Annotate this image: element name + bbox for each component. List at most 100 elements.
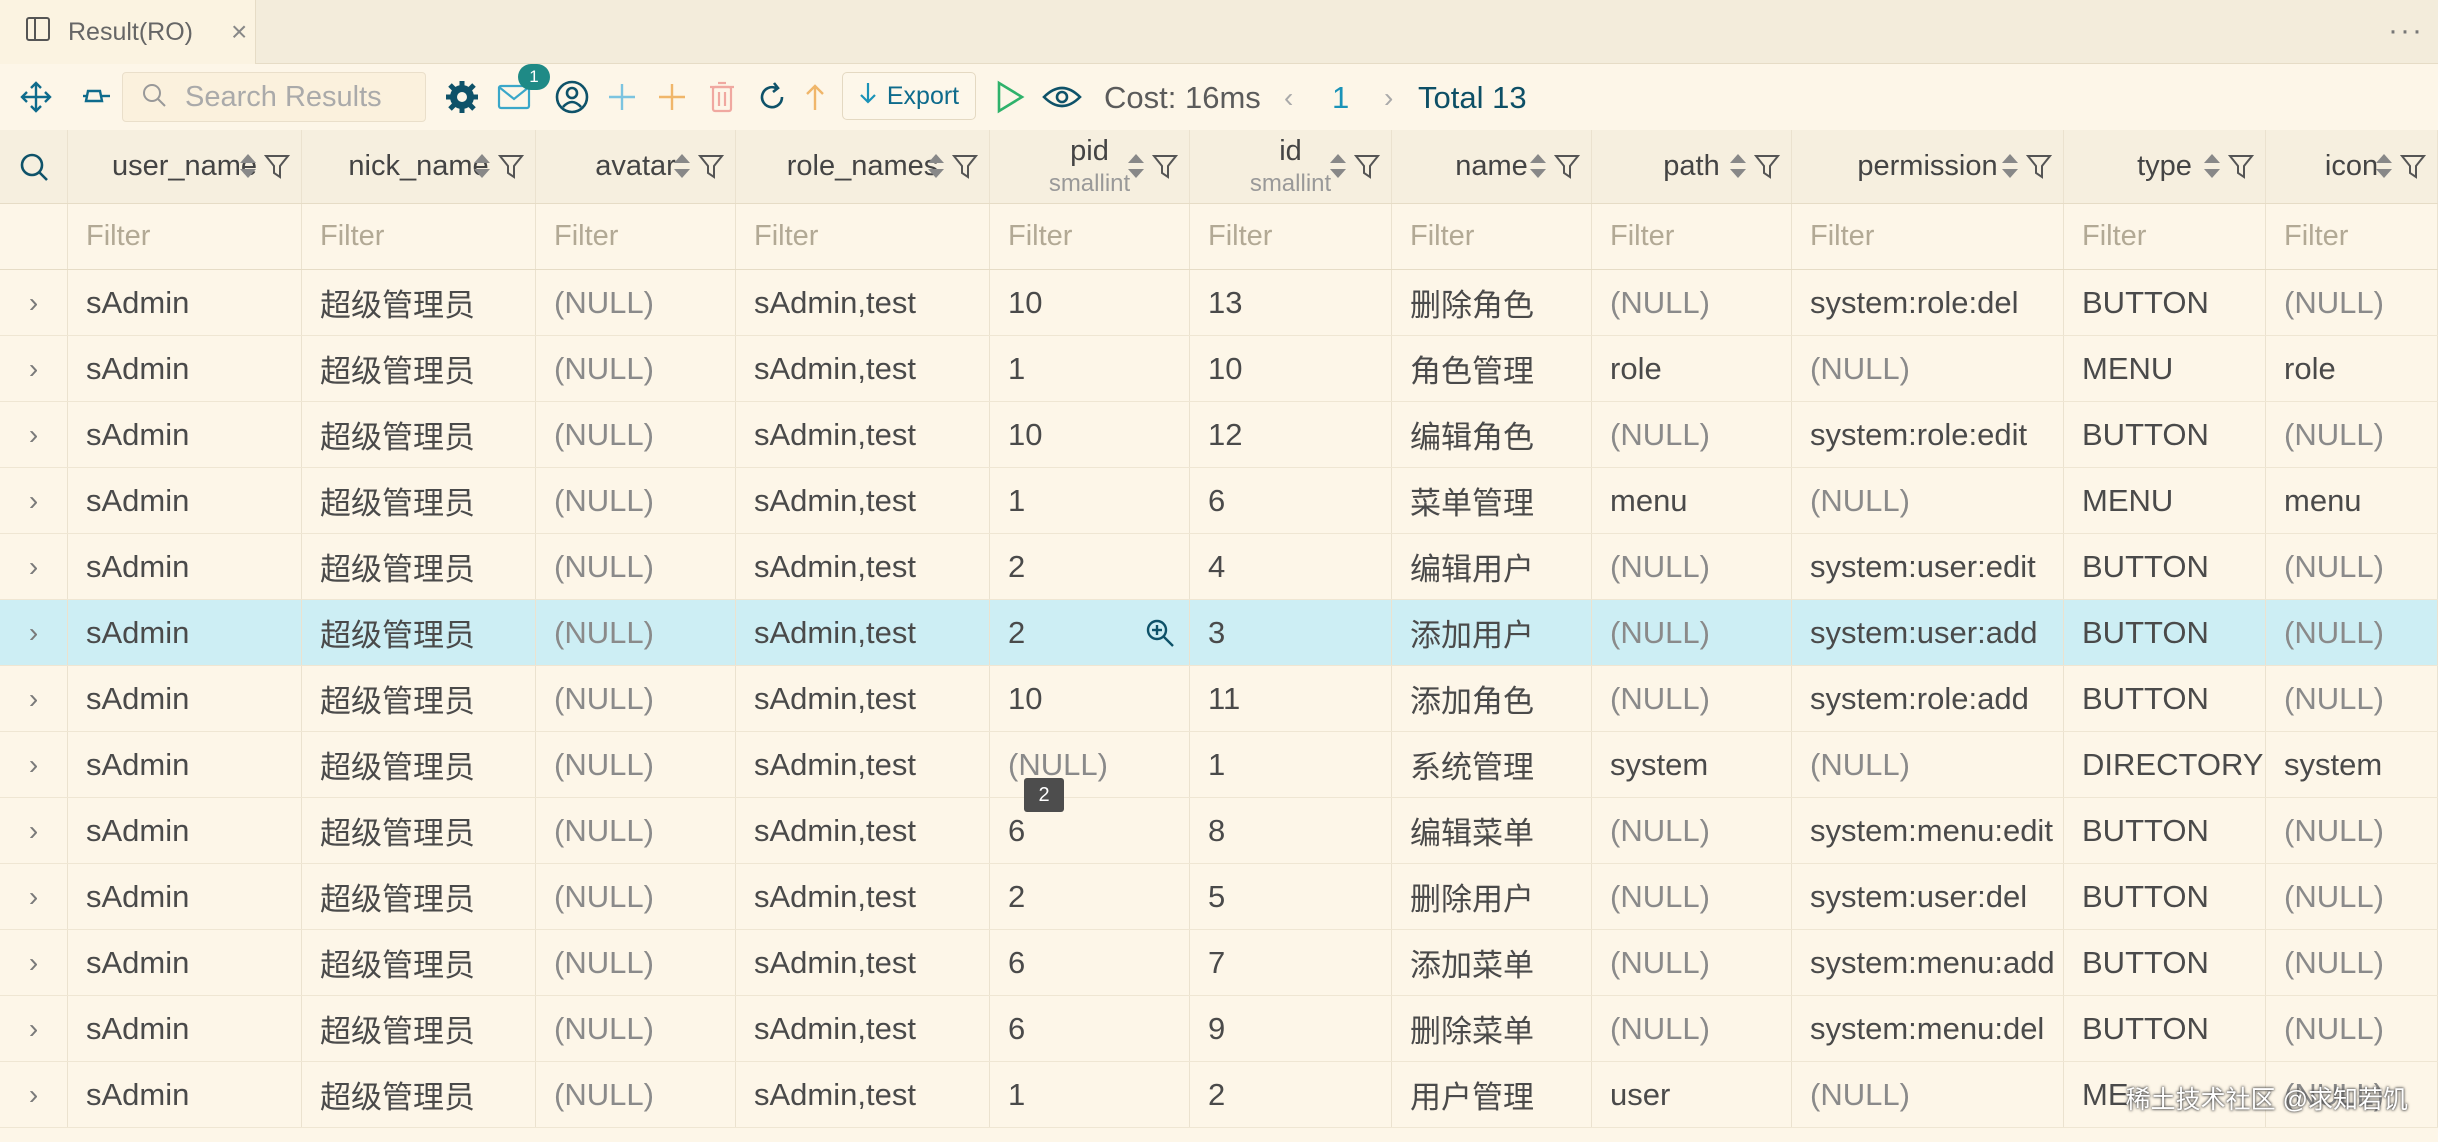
table-cell-path[interactable]: (NULL) <box>1592 996 1792 1061</box>
table-cell-icon[interactable]: (NULL) <box>2266 270 2438 335</box>
table-cell-name[interactable]: 删除角色 <box>1392 270 1592 335</box>
filter-input-name[interactable]: Filter <box>1392 204 1592 269</box>
table-cell-name[interactable]: 添加用户 <box>1392 600 1592 665</box>
table-cell-pid[interactable]: 1 <box>990 1062 1190 1127</box>
table-cell-pid[interactable]: 2 <box>990 534 1190 599</box>
table-cell-type[interactable]: BUTTON <box>2064 270 2266 335</box>
move-icon[interactable] <box>14 64 58 130</box>
table-cell-path[interactable]: (NULL) <box>1592 666 1792 731</box>
table-cell-id[interactable]: 2 <box>1190 1062 1392 1127</box>
table-cell-id[interactable]: 3 <box>1190 600 1392 665</box>
search-column-icon[interactable] <box>0 130 68 203</box>
filter-input-avatar[interactable]: Filter <box>536 204 736 269</box>
sort-icon[interactable] <box>237 152 259 188</box>
table-cell-name[interactable]: 编辑菜单 <box>1392 798 1592 863</box>
table-cell-path[interactable]: system <box>1592 732 1792 797</box>
sort-icon[interactable] <box>471 152 493 188</box>
table-cell-id[interactable]: 10 <box>1190 336 1392 401</box>
close-icon[interactable]: × <box>231 16 247 48</box>
table-cell-pid[interactable]: 10 <box>990 666 1190 731</box>
table-cell-pid[interactable]: 10 <box>990 270 1190 335</box>
filter-input-id[interactable]: Filter <box>1190 204 1392 269</box>
search-results-input-wrapper[interactable] <box>122 72 426 122</box>
table-cell-role-names[interactable]: sAdmin,test <box>736 732 990 797</box>
table-cell-name[interactable]: 删除用户 <box>1392 864 1592 929</box>
column-header-avatar[interactable]: avatar <box>536 130 736 203</box>
column-header-path[interactable]: path <box>1592 130 1792 203</box>
table-cell-path[interactable]: role <box>1592 336 1792 401</box>
column-header-type[interactable]: type <box>2064 130 2266 203</box>
filter-input-path[interactable]: Filter <box>1592 204 1792 269</box>
table-cell-type[interactable]: BUTTON <box>2064 864 2266 929</box>
table-cell-permission[interactable]: system:user:del <box>1792 864 2064 929</box>
column-header-name[interactable]: name <box>1392 130 1592 203</box>
table-cell-permission[interactable]: (NULL) <box>1792 732 2064 797</box>
table-cell-pid[interactable]: 10 <box>990 402 1190 467</box>
table-cell-role-names[interactable]: sAdmin,test <box>736 996 990 1061</box>
table-cell-id[interactable]: 9 <box>1190 996 1392 1061</box>
table-cell-nick-name[interactable]: 超级管理员 <box>302 798 536 863</box>
table-row[interactable]: › sAdmin 超级管理员 (NULL) sAdmin,test 10 12 编辑角色 (NU… <box>0 402 2438 468</box>
table-cell-avatar[interactable]: (NULL) <box>536 534 736 599</box>
user-icon[interactable] <box>552 64 592 130</box>
table-cell-nick-name[interactable]: 超级管理员 <box>302 732 536 797</box>
table-row[interactable]: › sAdmin 超级管理员 (NULL) sAdmin,test 6 9 删除菜单 (NULL… <box>0 996 2438 1062</box>
table-cell-id[interactable]: 8 <box>1190 798 1392 863</box>
table-row[interactable]: › sAdmin 超级管理员 (NULL) sAdmin,test 2 5 删除用户 (NULL… <box>0 864 2438 930</box>
table-cell-user-name[interactable]: sAdmin <box>68 270 302 335</box>
table-cell-avatar[interactable]: (NULL) <box>536 1062 736 1127</box>
table-cell-id[interactable]: 11 <box>1190 666 1392 731</box>
table-cell-name[interactable]: 用户管理 <box>1392 1062 1592 1127</box>
table-cell-user-name[interactable]: sAdmin <box>68 336 302 401</box>
table-cell-pid[interactable]: 6 <box>990 930 1190 995</box>
column-header-user-name[interactable]: user_name <box>68 130 302 203</box>
eye-icon[interactable] <box>1040 64 1084 130</box>
table-cell-icon[interactable]: (NULL) <box>2266 864 2438 929</box>
table-cell-name[interactable]: 系统管理 <box>1392 732 1592 797</box>
table-cell-role-names[interactable]: sAdmin,test <box>736 864 990 929</box>
table-cell-pid[interactable]: 1 <box>990 336 1190 401</box>
filter-icon[interactable] <box>1151 152 1179 188</box>
table-cell-role-names[interactable]: sAdmin,test <box>736 666 990 731</box>
table-cell-icon[interactable]: menu <box>2266 468 2438 533</box>
table-cell-path[interactable]: (NULL) <box>1592 600 1792 665</box>
table-cell-avatar[interactable]: (NULL) <box>536 996 736 1061</box>
table-cell-path[interactable]: user <box>1592 1062 1792 1127</box>
expand-row-icon[interactable]: › <box>0 798 68 863</box>
table-cell-permission[interactable]: system:role:edit <box>1792 402 2064 467</box>
table-cell-avatar[interactable]: (NULL) <box>536 270 736 335</box>
pin-icon[interactable] <box>74 64 118 130</box>
expand-row-icon[interactable]: › <box>0 1062 68 1127</box>
tab-result[interactable]: Result(RO) × <box>0 0 256 64</box>
table-cell-nick-name[interactable]: 超级管理员 <box>302 864 536 929</box>
table-cell-pid[interactable]: (NULL) <box>990 732 1190 797</box>
table-cell-icon[interactable]: (NULL) <box>2266 996 2438 1061</box>
table-cell-role-names[interactable]: sAdmin,test <box>736 798 990 863</box>
table-cell-user-name[interactable]: sAdmin <box>68 600 302 665</box>
table-cell-user-name[interactable]: sAdmin <box>68 534 302 599</box>
table-cell-avatar[interactable]: (NULL) <box>536 402 736 467</box>
table-cell-name[interactable]: 菜单管理 <box>1392 468 1592 533</box>
sort-icon[interactable] <box>1999 152 2021 188</box>
table-cell-avatar[interactable]: (NULL) <box>536 666 736 731</box>
table-cell-nick-name[interactable]: 超级管理员 <box>302 402 536 467</box>
table-row[interactable]: › sAdmin 超级管理员 (NULL) sAdmin,test 1 6 菜单管理 menu (… <box>0 468 2438 534</box>
table-cell-permission[interactable]: (NULL) <box>1792 336 2064 401</box>
table-cell-user-name[interactable]: sAdmin <box>68 1062 302 1127</box>
filter-input-icon[interactable]: Filter <box>2266 204 2438 269</box>
expand-row-icon[interactable]: › <box>0 270 68 335</box>
filter-icon[interactable] <box>497 152 525 188</box>
export-button[interactable]: Export <box>842 72 976 120</box>
table-cell-nick-name[interactable]: 超级管理员 <box>302 1062 536 1127</box>
table-cell-pid[interactable]: 2 <box>990 600 1190 665</box>
column-header-id[interactable]: id smallint <box>1190 130 1392 203</box>
table-cell-user-name[interactable]: sAdmin <box>68 930 302 995</box>
table-cell-name[interactable]: 编辑用户 <box>1392 534 1592 599</box>
column-header-pid[interactable]: pid smallint <box>990 130 1190 203</box>
table-cell-role-names[interactable]: sAdmin,test <box>736 270 990 335</box>
table-cell-role-names[interactable]: sAdmin,test <box>736 402 990 467</box>
table-cell-path[interactable]: (NULL) <box>1592 402 1792 467</box>
table-cell-nick-name[interactable]: 超级管理员 <box>302 996 536 1061</box>
table-cell-permission[interactable]: system:menu:edit <box>1792 798 2064 863</box>
table-cell-type[interactable]: MENU <box>2064 468 2266 533</box>
